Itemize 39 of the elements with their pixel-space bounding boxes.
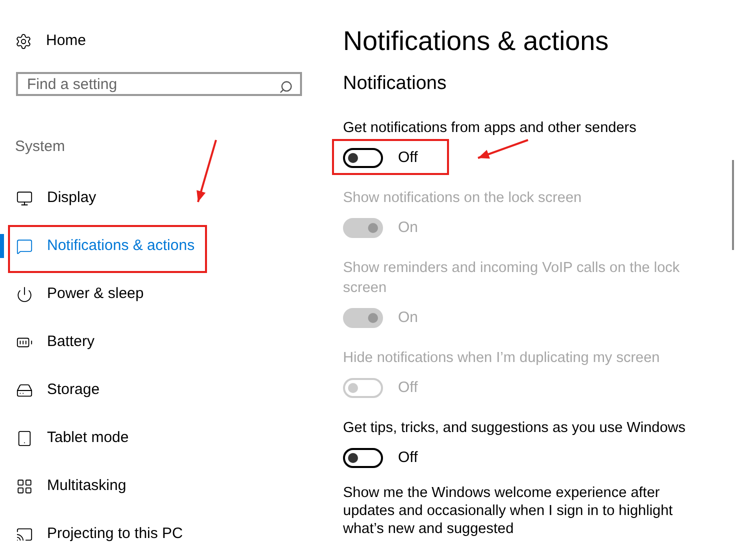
sidebar-item[interactable]: Tablet mode xyxy=(0,426,129,450)
section-heading: Notifications xyxy=(343,72,448,96)
toggle-state: On xyxy=(398,308,418,328)
drive-icon xyxy=(16,382,33,398)
toggle-state: On xyxy=(398,218,418,238)
sidebar-item[interactable]: Projecting to this PC xyxy=(0,522,183,544)
gear-icon xyxy=(15,32,32,50)
setting-label: Show me the Windows welcome experience after updates and occasionally when I sign in to highlight what’s new and suggested xyxy=(343,484,674,538)
speech-bubble-icon xyxy=(16,238,33,254)
toggle-state: Off xyxy=(398,448,418,468)
setting-label: Show notifications on the lock screen xyxy=(343,189,582,208)
page-title: Notifications & actions xyxy=(343,25,610,58)
setting-label: Get tips, tricks, and suggestions as you use Windows xyxy=(343,419,686,438)
sidebar-item[interactable]: Storage xyxy=(0,378,100,402)
toggle-state: Off xyxy=(398,378,418,398)
tablet-icon xyxy=(16,430,33,446)
power-icon xyxy=(16,286,33,302)
sidebar-item[interactable]: Notifications & actions xyxy=(0,234,195,258)
search-icon xyxy=(279,80,293,94)
annotation-arrow xyxy=(196,140,217,202)
scrollbar[interactable] xyxy=(732,160,734,250)
setting-label: Get notifications from apps and other senders xyxy=(343,119,636,138)
setting-label: Show reminders and incoming VoIP calls on the lock screen xyxy=(343,259,681,298)
home-link[interactable]: Home xyxy=(0,30,330,52)
sidebar-item[interactable]: Multitasking xyxy=(0,474,126,498)
cast-icon xyxy=(16,526,33,542)
sidebar-item[interactable]: Power & sleep xyxy=(0,282,144,306)
setting-label: Hide notifications when I’m duplicating my screen xyxy=(343,349,660,368)
toggle-switch[interactable] xyxy=(343,448,383,468)
search-field[interactable]: Find a setting xyxy=(16,72,302,96)
selection-bar xyxy=(0,234,4,258)
section-label: System xyxy=(14,137,66,156)
monitor-icon xyxy=(16,190,33,206)
sidebar-item[interactable]: Battery xyxy=(0,330,95,354)
windows-grid-icon xyxy=(16,478,33,494)
toggle-state: Off xyxy=(398,148,418,168)
sidebar-item[interactable]: Display xyxy=(0,186,96,210)
toggle-switch[interactable] xyxy=(343,148,383,168)
annotation-arrow xyxy=(478,139,528,159)
